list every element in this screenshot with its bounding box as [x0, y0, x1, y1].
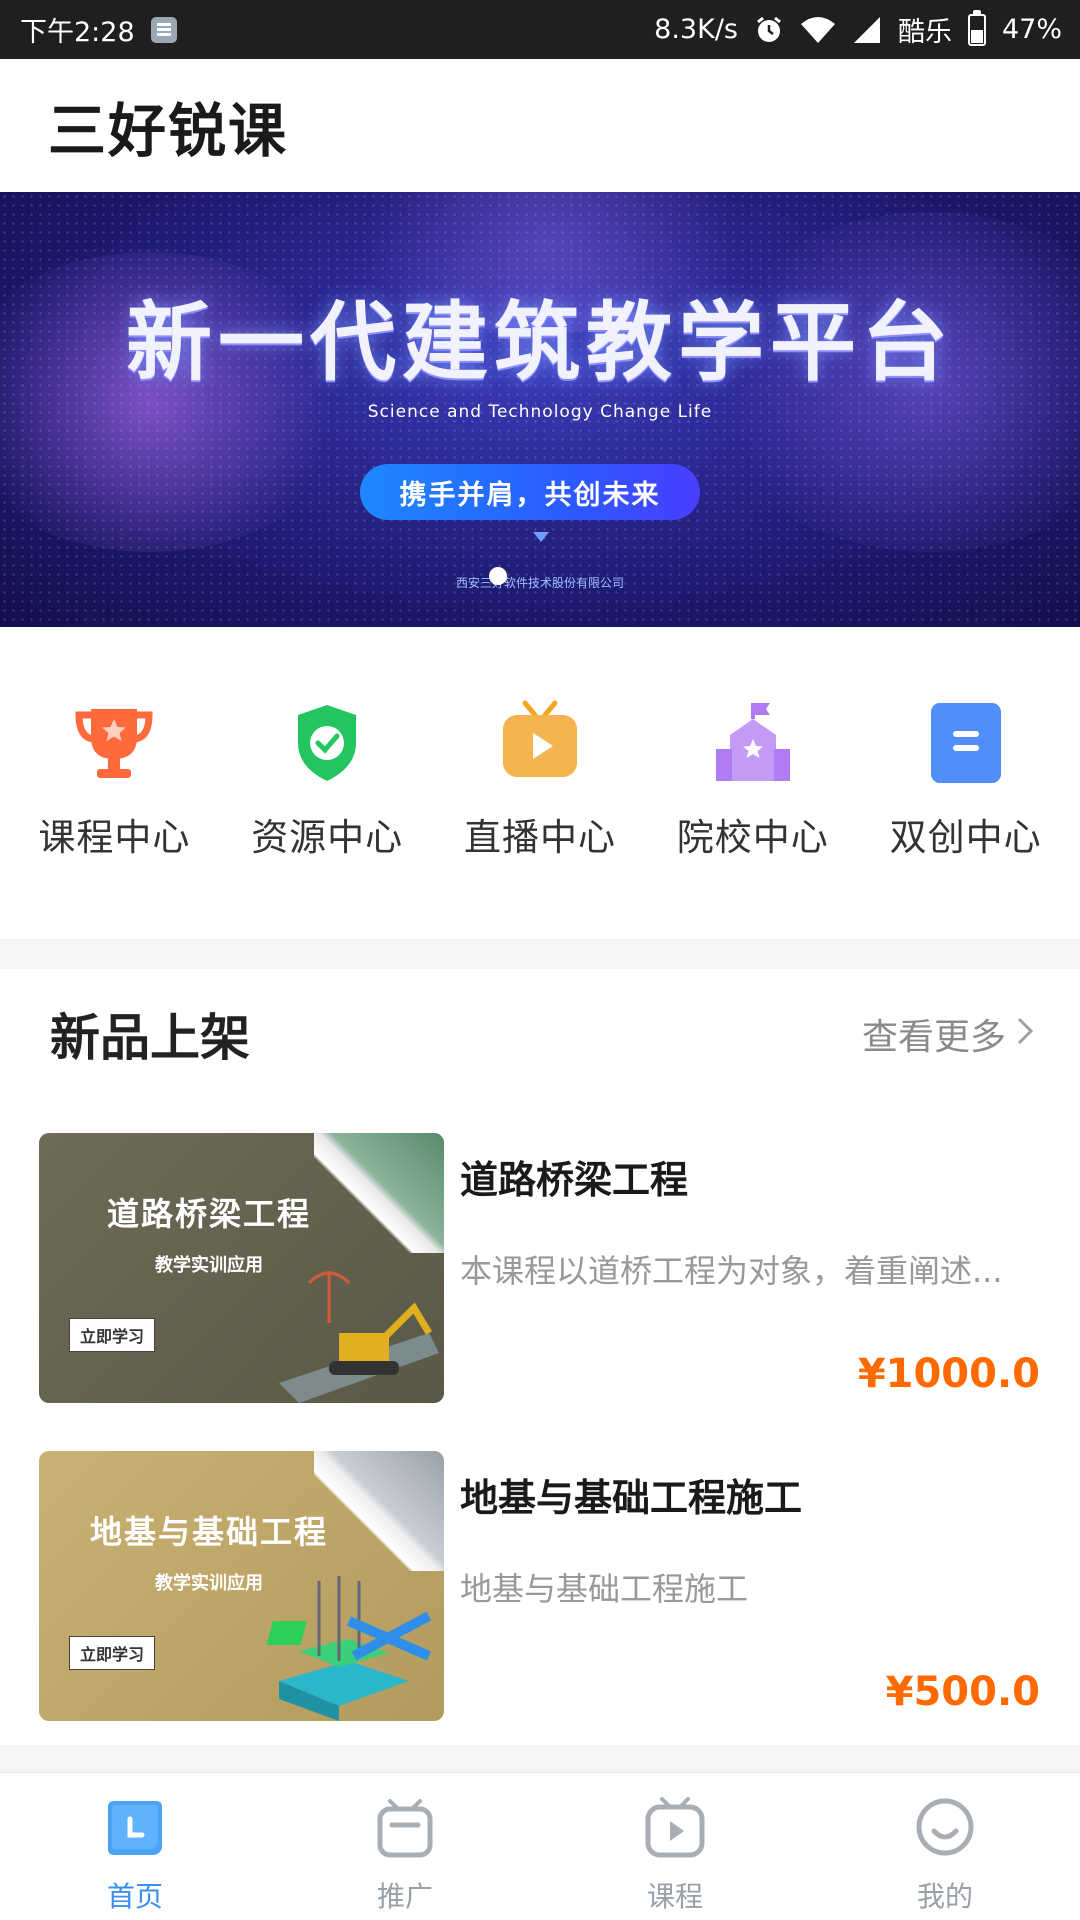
alarm-icon	[754, 15, 784, 45]
see-more-link[interactable]: 查看更多	[862, 1008, 1034, 1060]
bottom-tab-bar: 首页 推广 课程 我的	[0, 1772, 1080, 1920]
tab-profile[interactable]: 我的	[810, 1773, 1080, 1920]
thumb-title: 道路桥梁工程	[106, 1195, 311, 1233]
chevron-right-icon	[1016, 1014, 1034, 1055]
course-card[interactable]: 道路桥梁工程 教学实训应用 立即学习 道路桥梁工程 本课程以道桥工程为对象，着重…	[0, 1133, 1080, 1451]
thumb-title: 地基与基础工程	[89, 1513, 328, 1551]
app-header: 三好锐课	[0, 59, 1080, 192]
tab-promote[interactable]: 推广	[270, 1773, 540, 1920]
wifi-icon	[800, 16, 836, 44]
nav-label: 院校中心	[676, 816, 829, 859]
course-title: 道路桥梁工程	[460, 1158, 689, 1202]
banner-arrow-icon	[533, 532, 549, 542]
category-grid: 课程中心 资源中心 直播中心 院校中心 双创中心	[0, 627, 1080, 939]
nav-label: 课程中心	[38, 816, 191, 859]
nav-live-center[interactable]: 直播中心	[440, 627, 640, 939]
school-icon	[708, 697, 798, 787]
banner-title: 新一代建筑教学平台	[126, 293, 954, 393]
thumb-study-badge: 立即学习	[69, 1636, 156, 1670]
course-title: 地基与基础工程施工	[460, 1476, 803, 1520]
shield-check-icon	[282, 697, 372, 787]
section-title: 新品上架	[50, 1009, 250, 1067]
course-description: 本课程以道桥工程为对象，着重阐述...	[460, 1252, 1003, 1290]
course-tv-icon	[642, 1795, 708, 1865]
course-card[interactable]: 地基与基础工程 教学实训应用 立即学习 地基与基础工程施工 地基与基础工程施工 …	[0, 1451, 1080, 1769]
course-thumbnail: 地基与基础工程 教学实训应用 立即学习	[39, 1451, 444, 1721]
carrier-name: 酷乐	[897, 17, 952, 48]
promote-icon	[372, 1795, 438, 1865]
tab-courses[interactable]: 课程	[540, 1773, 810, 1920]
nav-label: 资源中心	[251, 816, 404, 859]
course-price: ¥500.0	[885, 1669, 1040, 1715]
banner-slogan: 携手并肩，共创未来	[360, 464, 700, 520]
nav-label: 双创中心	[889, 816, 1042, 859]
profile-icon	[912, 1795, 978, 1865]
tab-label: 课程	[646, 1880, 703, 1913]
nav-innovation-center[interactable]: 双创中心	[866, 627, 1066, 939]
foundation-illustration	[266, 1576, 432, 1721]
nav-label: 直播中心	[463, 816, 616, 859]
status-bar: 下午2:28 8.3K/s 酷乐 47%	[0, 0, 1080, 59]
tab-label: 我的	[916, 1880, 973, 1913]
nav-course-center[interactable]: 课程中心	[14, 627, 214, 939]
tab-home[interactable]: 首页	[0, 1773, 270, 1920]
trophy-icon	[69, 697, 159, 787]
nav-resource-center[interactable]: 资源中心	[227, 627, 427, 939]
course-thumbnail: 道路桥梁工程 教学实训应用 立即学习	[39, 1133, 444, 1403]
battery-percent: 47%	[1001, 14, 1062, 45]
battery-icon	[967, 9, 986, 46]
excavator-illustration	[279, 1271, 439, 1403]
carousel-indicator[interactable]	[489, 567, 507, 585]
banner-carousel[interactable]: 新一代建筑教学平台 Science and Technology Change …	[0, 192, 1080, 627]
banner-subtitle: Science and Technology Change Life	[367, 402, 713, 422]
status-time: 下午2:28	[20, 17, 135, 48]
new-arrivals-header: 新品上架 查看更多	[0, 969, 1080, 1099]
see-more-label: 查看更多	[861, 1017, 1006, 1058]
signal-icon	[852, 16, 882, 44]
course-price: ¥1000.0	[857, 1351, 1040, 1397]
section-divider	[0, 939, 1080, 969]
net-speed: 8.3K/s	[654, 14, 738, 45]
banner-company: 西安三好软件技术股份有限公司	[455, 576, 624, 590]
tab-label: 推广	[376, 1880, 433, 1913]
course-description: 地基与基础工程施工	[460, 1570, 749, 1608]
app-title: 三好锐课	[48, 96, 289, 165]
home-icon	[102, 1795, 168, 1865]
tv-play-icon	[495, 697, 585, 787]
nav-school-center[interactable]: 院校中心	[653, 627, 853, 939]
notification-icon	[150, 16, 177, 43]
document-icon	[921, 697, 1011, 787]
thumb-study-badge: 立即学习	[69, 1318, 156, 1352]
list-bottom-spacer	[0, 1745, 1080, 1772]
tab-label: 首页	[106, 1880, 163, 1913]
